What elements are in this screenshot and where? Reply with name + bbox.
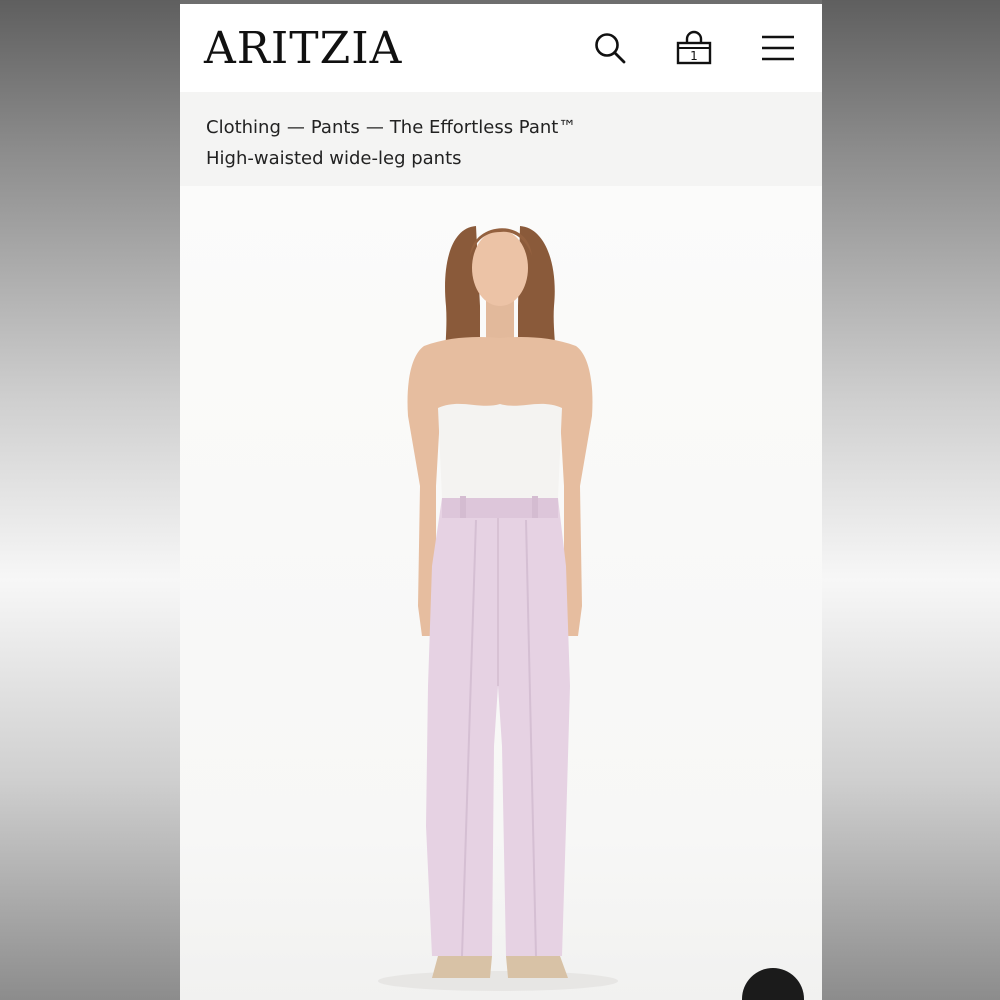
product-subtitle: High-waisted wide-leg pants (206, 148, 462, 169)
right-backdrop (822, 0, 1000, 1000)
shopping-bag-icon: 1 (676, 30, 712, 65)
model-illustration (378, 226, 618, 991)
screenshot-frame: ARITZIA 1 Clothing — Pants — The Effortl… (0, 0, 1000, 1000)
breadcrumb-section: Clothing — Pants — The Effortless Pant™ High… (180, 92, 822, 186)
breadcrumb-clothing-link[interactable]: Clothing (206, 117, 281, 138)
hamburger-menu-icon (762, 35, 794, 61)
shopping-bag-button[interactable]: 1 (674, 28, 714, 68)
left-backdrop (0, 0, 180, 1000)
menu-button[interactable] (758, 28, 798, 68)
site-header: ARITZIA 1 (180, 4, 822, 92)
breadcrumb-pants-link[interactable]: Pants (311, 117, 360, 138)
header-actions: 1 (590, 28, 798, 68)
search-button[interactable] (590, 28, 630, 68)
breadcrumb-current-product: The Effortless Pant™ (389, 117, 577, 138)
search-icon (595, 33, 626, 64)
product-photo[interactable] (180, 186, 822, 1000)
bag-count: 1 (690, 49, 698, 63)
brand-logo[interactable]: ARITZIA (204, 23, 402, 74)
mobile-page: ARITZIA 1 Clothing — Pants — The Effortl… (180, 4, 822, 1000)
breadcrumb: Clothing — Pants — The Effortless Pant™ (206, 112, 796, 143)
breadcrumb-separator: — (286, 117, 305, 138)
breadcrumb-separator: — (365, 117, 384, 138)
